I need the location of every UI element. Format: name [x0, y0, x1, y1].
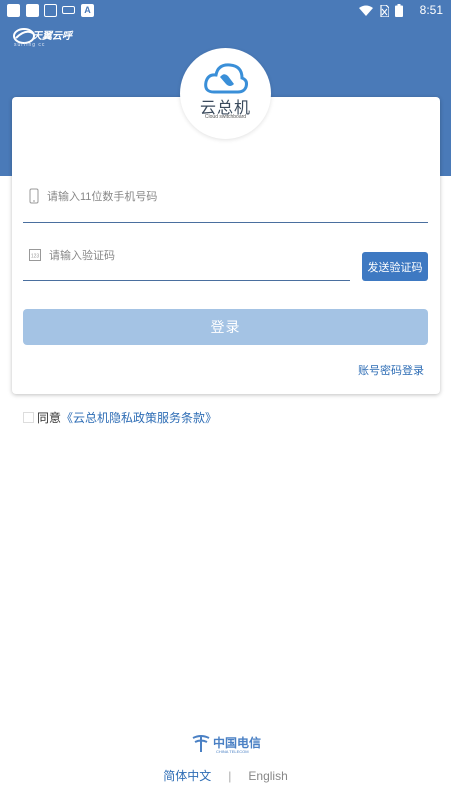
agreement-prefix: 同意: [37, 410, 62, 425]
lang-option-zh[interactable]: 简体中文: [163, 767, 211, 784]
language-switcher: 简体中文 | English: [0, 767, 451, 784]
lang-separator: |: [228, 768, 232, 783]
lang-option-en[interactable]: English: [248, 769, 287, 783]
app-subtitle: Cloud switchboard: [204, 114, 247, 120]
image-icon: [44, 4, 57, 17]
verification-code-input[interactable]: [49, 247, 329, 265]
wifi-icon: [359, 5, 373, 16]
operator-sub: CHINA TELECOM: [216, 749, 249, 754]
notification-square-icon: [7, 4, 20, 17]
privacy-policy-link[interactable]: 《云总机隐私政策服务条款》: [61, 409, 217, 426]
sim-icon: [380, 4, 389, 17]
status-time: 8:51: [419, 3, 443, 17]
mobile-phone-icon: [29, 188, 39, 204]
agreement-checkbox[interactable]: [23, 411, 34, 423]
app-logo-badge: 云总机 Cloud switchboard: [180, 48, 271, 139]
status-bar: A 8:51: [0, 0, 451, 22]
phone-field: [23, 180, 428, 223]
password-login-link[interactable]: 账号密码登录: [358, 362, 424, 378]
cloud-phone-icon: [204, 63, 248, 94]
battery-icon: [395, 4, 403, 17]
brand-sub: surfing cc: [14, 42, 46, 48]
agreement-row: 同意 《云总机隐私政策服务条款》: [23, 409, 217, 425]
verification-code-icon: 123: [29, 249, 41, 261]
verification-code-field: 123: [23, 240, 350, 281]
keyboard-icon: [62, 6, 75, 14]
notification-square-icon: [26, 4, 39, 17]
phone-input[interactable]: [47, 188, 407, 206]
brand-name: 天翼云呼: [32, 31, 72, 42]
svg-text:123: 123: [31, 254, 40, 260]
a-icon: A: [81, 4, 94, 17]
send-code-button[interactable]: 发送验证码: [362, 252, 428, 281]
login-button[interactable]: 登录: [23, 309, 428, 345]
